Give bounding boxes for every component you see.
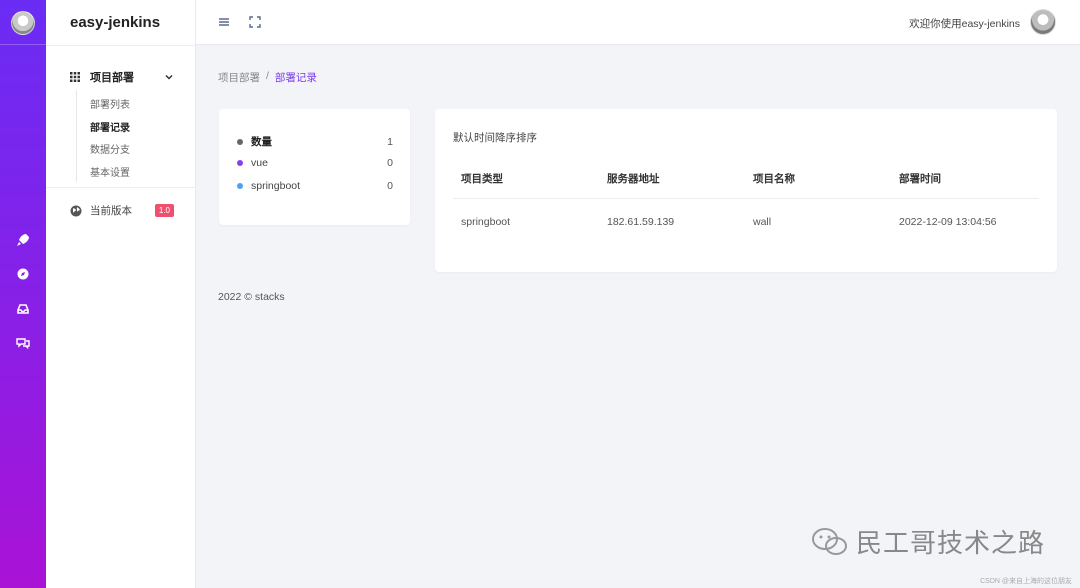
column-header-time: 部署时间 [899, 173, 941, 185]
watermark-text: 民工哥技术之路 [856, 529, 1046, 559]
menu-group-label: 项目部署 [90, 72, 134, 84]
table-cell-type: springboot [461, 216, 511, 228]
stat-dot [237, 183, 243, 189]
stat-row-vue: vue 0 [237, 157, 393, 169]
fullscreen-icon[interactable] [248, 15, 262, 29]
rocket-icon[interactable] [15, 232, 31, 248]
table-cell-name: wall [753, 216, 772, 228]
version-label: 当前版本 [90, 205, 132, 217]
table-cell-server: 182.61.59.139 [607, 216, 675, 228]
menu-group-deploy[interactable]: 项目部署 [70, 69, 174, 85]
breadcrumb-separator: / [266, 70, 269, 82]
breadcrumb-current: 部署记录 [274, 72, 317, 84]
stat-label: 数量 [251, 136, 272, 148]
stat-label: vue [251, 157, 268, 169]
topbar: 欢迎你使用easy-jenkins [196, 0, 1080, 45]
column-header-server: 服务器地址 [607, 173, 660, 185]
version-badge: 1.0 [154, 204, 174, 217]
wechat-icon [812, 527, 847, 555]
grid-icon [70, 72, 80, 82]
chat-icon[interactable] [15, 335, 31, 351]
deploy-records-card: 默认时间降序排序 项目类型 服务器地址 项目名称 部署时间 springboot… [435, 109, 1057, 272]
icon-rail [0, 0, 46, 588]
stat-value: 1 [387, 135, 393, 148]
sidebar-divider [46, 45, 196, 46]
breadcrumb-parent[interactable]: 项目部署 [218, 70, 260, 85]
breadcrumb: 项目部署 / 部署记录 [218, 70, 317, 85]
compass-icon[interactable] [15, 266, 31, 282]
csdn-watermark: CSDN @来自上海的这位朋友 [980, 578, 1072, 585]
stat-row-count: 数量 1 [237, 134, 393, 149]
chevron-down-icon[interactable] [164, 72, 174, 82]
stat-label: springboot [251, 180, 301, 192]
column-header-type: 项目类型 [461, 173, 503, 185]
sidebar-item-deploy-list[interactable]: 部署列表 [90, 96, 130, 111]
stat-dot [237, 138, 243, 145]
sidebar-item-data-branch[interactable]: 数据分支 [90, 141, 130, 156]
menu-toggle-icon[interactable] [217, 15, 231, 29]
table-sort-note: 默认时间降序排序 [453, 132, 537, 144]
welcome-text: 欢迎你使用easy-jenkins [909, 18, 1020, 30]
sidebar-item-deploy-records[interactable]: 部署记录 [90, 119, 130, 134]
sidebar-divider [46, 187, 196, 188]
sidebar-item-version[interactable]: 当前版本 1.0 [70, 203, 174, 218]
sidebar-item-basic-settings[interactable]: 基本设置 [90, 164, 130, 179]
table-divider [453, 198, 1039, 199]
footer-copyright: 2022 © stacks [218, 291, 285, 303]
rail-divider [0, 44, 46, 45]
submenu-guide [76, 90, 77, 182]
inbox-icon[interactable] [15, 301, 31, 317]
column-header-name: 项目名称 [753, 173, 795, 185]
globe-icon [70, 205, 82, 216]
rail-avatar[interactable] [11, 11, 35, 35]
stat-value: 0 [387, 180, 393, 192]
watermark: 民工哥技术之路 [810, 523, 1045, 560]
user-avatar[interactable] [1030, 9, 1056, 35]
table-cell-time: 2022-12-09 13:04:56 [899, 216, 997, 228]
stat-value: 0 [387, 157, 393, 169]
brand-title[interactable]: easy-jenkins [70, 14, 160, 31]
stat-row-springboot: springboot 0 [237, 180, 393, 192]
sidebar: easy-jenkins 项目部署 部署列表 部署记录 数据分支 基本设置 当前… [46, 0, 196, 588]
stat-dot [237, 160, 243, 166]
stats-card: 数量 1 vue 0 springboot 0 [219, 109, 410, 225]
